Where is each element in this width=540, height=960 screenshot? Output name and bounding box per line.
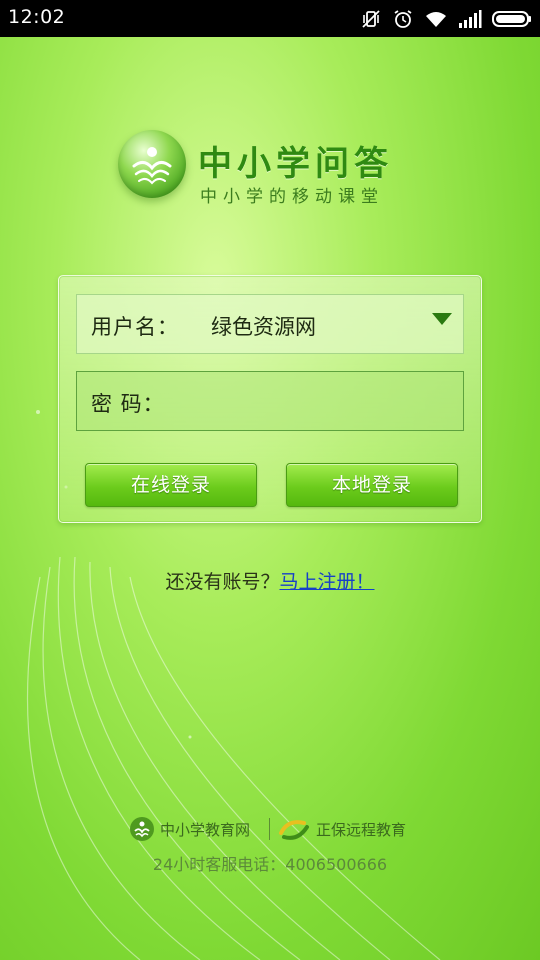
app-logo-icon [118,130,186,198]
dropdown-arrow-icon[interactable] [431,311,453,331]
local-login-button[interactable]: 本地登录 [286,463,458,507]
username-field[interactable]: 用户名： 绿色资源网 [76,294,464,354]
password-field[interactable]: 密 码： [76,371,464,431]
register-prompt: 还没有账号？ [165,571,280,593]
footer-divider [269,818,270,840]
footer-brand-1: 中小学教育网 [160,821,251,839]
app-subtitle: 中小学的移动课堂 [200,187,384,207]
hotline-text: 24小时客服电话：4006500666 [152,855,388,874]
vibrate-mute-icon [360,8,382,30]
register-link[interactable]: 马上注册！ [280,571,375,593]
footer-logos: 中小学教育网 正保远程教育 [128,815,428,843]
register-row: 还没有账号？马上注册！ [0,567,540,594]
status-bar: 12:02 [0,0,540,37]
signal-icon [458,9,482,29]
app-logo-area: 中小学问答 中小学的移动课堂 [118,130,428,210]
online-login-button[interactable]: 在线登录 [85,463,257,507]
alarm-icon [392,8,414,30]
status-icons [360,6,532,31]
zhengbao-logo-icon [278,815,310,843]
app-title: 中小学问答 [198,144,393,184]
username-value[interactable]: 绿色资源网 [211,311,316,341]
login-card: 用户名： 绿色资源网 密 码： 在线登录 本地登录 [58,275,482,523]
status-time: 12:02 [8,6,66,28]
battery-icon [492,9,532,29]
password-label: 密 码： [91,392,165,416]
zxxjyw-logo-icon [128,815,156,843]
wifi-icon [424,9,448,29]
footer-brand-2: 正保远程教育 [316,821,407,839]
username-label: 用户名： [91,315,179,339]
